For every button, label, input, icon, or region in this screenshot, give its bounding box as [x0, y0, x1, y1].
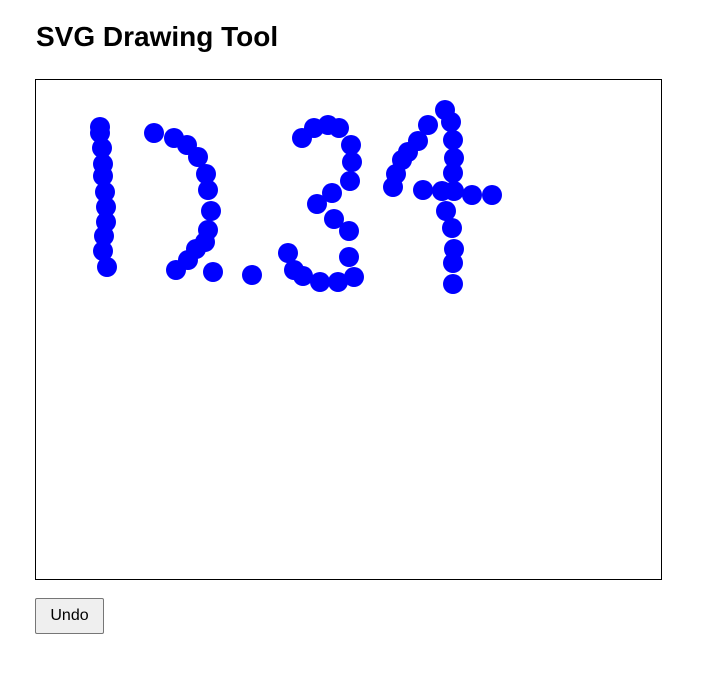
- drawn-dot: [462, 185, 482, 205]
- drawn-dot: [144, 123, 164, 143]
- drawn-dot: [310, 272, 330, 292]
- drawn-dot: [383, 177, 403, 197]
- drawn-dot: [339, 247, 359, 267]
- drawn-dot: [413, 180, 433, 200]
- drawn-dot: [203, 262, 223, 282]
- drawn-dot: [444, 181, 464, 201]
- drawn-dot: [442, 218, 462, 238]
- drawing-canvas[interactable]: [35, 79, 662, 580]
- page-title: SVG Drawing Tool: [36, 21, 279, 52]
- drawn-dot: [341, 135, 361, 155]
- drawing-surface[interactable]: [36, 80, 661, 579]
- drawn-dot: [242, 265, 262, 285]
- drawn-dot: [482, 185, 502, 205]
- drawn-dot: [344, 267, 364, 287]
- drawn-dot: [278, 243, 298, 263]
- drawn-dot: [293, 266, 313, 286]
- drawn-dot: [340, 171, 360, 191]
- drawn-dot: [201, 201, 221, 221]
- drawn-dot: [441, 112, 461, 132]
- drawn-dot: [339, 221, 359, 241]
- drawn-dot: [443, 163, 463, 183]
- drawn-dot: [443, 130, 463, 150]
- drawn-dot: [436, 201, 456, 221]
- drawn-dot: [97, 257, 117, 277]
- drawn-dot: [198, 180, 218, 200]
- undo-button[interactable]: Undo: [35, 598, 104, 634]
- drawn-dot: [329, 118, 349, 138]
- drawn-dot: [307, 194, 327, 214]
- drawn-dot: [188, 147, 208, 167]
- drawn-dot: [443, 274, 463, 294]
- drawn-dot: [166, 260, 186, 280]
- drawn-dot: [443, 253, 463, 273]
- drawn-dot: [342, 152, 362, 172]
